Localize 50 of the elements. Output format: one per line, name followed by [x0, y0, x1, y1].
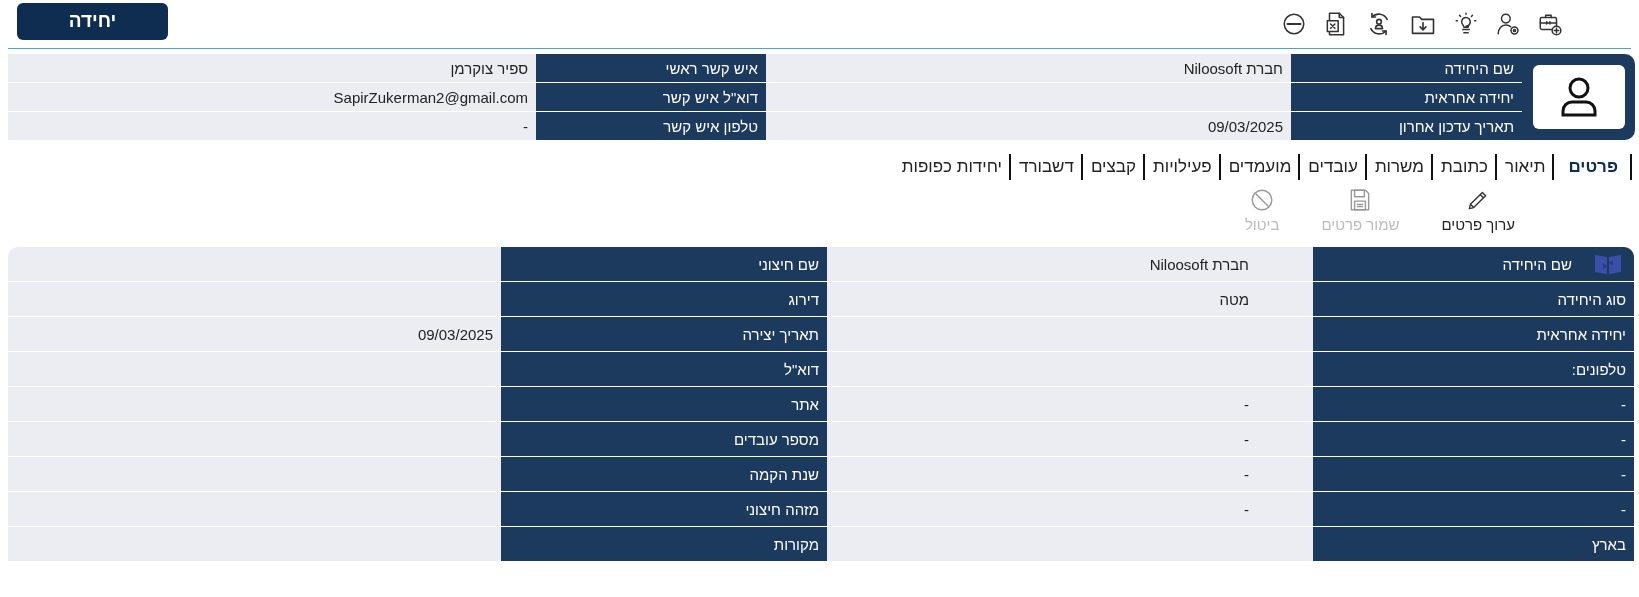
field-label: טלפונים: — [1313, 352, 1634, 386]
book-icon — [1594, 253, 1622, 275]
block-icon[interactable] — [1281, 11, 1307, 37]
field-label: סוג היחידה — [1313, 282, 1634, 316]
field-label: - — [1313, 457, 1634, 491]
field-label: שם חיצוני — [501, 247, 827, 281]
field-label: בארץ — [1313, 527, 1634, 561]
tab[interactable]: עובדים — [1300, 154, 1367, 180]
field-label: - — [1313, 492, 1634, 526]
field-label: מקורות — [501, 527, 827, 561]
field-label: יחידה אחראית — [1313, 317, 1634, 351]
unit-button[interactable]: יחידה — [17, 2, 168, 40]
tab[interactable]: יחידות כפופות — [893, 154, 1011, 180]
field-label: דירוג — [501, 282, 827, 316]
field-label: דוא"ל — [501, 352, 827, 386]
field-value: מטה — [827, 282, 1313, 316]
field-value: 09/03/2025 — [766, 112, 1291, 140]
field-label: - — [1313, 387, 1634, 421]
field-label: שנת הקמה — [501, 457, 827, 491]
field-value: 09/03/2025 — [8, 317, 501, 351]
field-value: ספיר צוקרמן — [8, 54, 536, 82]
field-label: איש קשר ראשי — [536, 54, 766, 82]
tab[interactable]: פרטים — [1554, 154, 1632, 180]
field-value: - — [827, 387, 1313, 421]
edit-button[interactable]: ערוך פרטים — [1435, 185, 1521, 241]
tab[interactable]: תיאור — [1497, 154, 1555, 180]
field-label: אתר — [501, 387, 827, 421]
field-value: - — [827, 422, 1313, 456]
field-value: חברת Niloosoft — [766, 54, 1291, 82]
tab[interactable]: מועמדים — [1220, 154, 1301, 180]
field-label: שם היחידה — [1291, 54, 1522, 82]
field-label: תאריך עדכון אחרון — [1291, 112, 1522, 140]
field-value: - — [8, 112, 536, 140]
tab[interactable]: קבצים — [1082, 154, 1145, 180]
field-value: חברת Niloosoft — [827, 247, 1313, 281]
field-label: יחידה אחראית — [1291, 83, 1522, 111]
tab[interactable]: משרות — [1366, 154, 1434, 180]
field-value: - — [827, 457, 1313, 491]
tab[interactable]: כתובת — [1433, 154, 1498, 180]
field-label: שם היחידה — [1313, 247, 1634, 281]
field-label: מספר עובדים — [501, 422, 827, 456]
tab[interactable]: פעילויות — [1144, 154, 1221, 180]
tab[interactable]: דשבורד — [1010, 154, 1083, 180]
field-value: SapirZukerman2@gmail.com — [8, 83, 536, 111]
field-label: - — [1313, 422, 1634, 456]
field-value: - — [827, 492, 1313, 526]
field-label: מזהה חיצוני — [501, 492, 827, 526]
field-label: דוא"ל איש קשר — [536, 83, 766, 111]
field-label: טלפון איש קשר — [536, 112, 766, 140]
field-label: תאריך יצירה — [501, 317, 827, 351]
